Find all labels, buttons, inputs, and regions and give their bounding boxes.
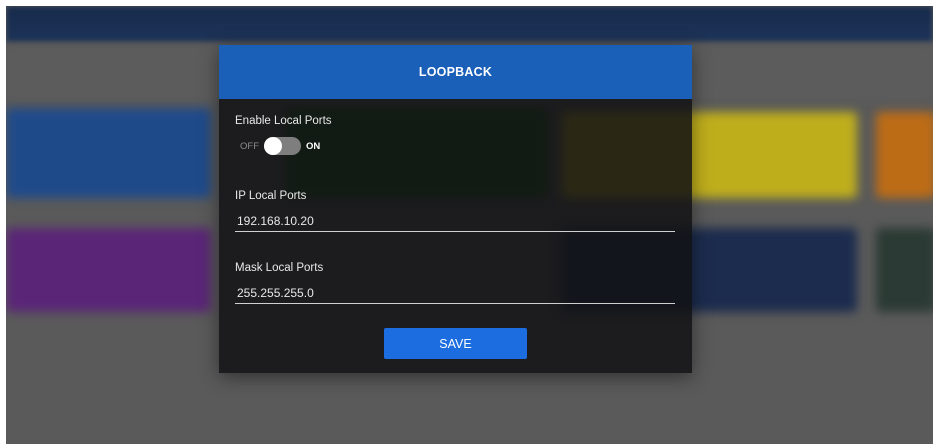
background-tile (876, 112, 933, 198)
toggle-on-label: ON (306, 140, 321, 152)
enable-local-ports-toggle[interactable] (264, 137, 301, 155)
mask-local-ports-label: Mask Local Ports (235, 262, 324, 274)
background-topbar (6, 6, 933, 42)
dialog-title: LOOPBACK (418, 65, 493, 79)
toggle-knob (264, 137, 282, 155)
enable-toggle-row: OFF ON (240, 136, 320, 156)
background-tile (6, 228, 211, 312)
loopback-dialog: LOOPBACK Enable Local Ports OFF ON IP Lo… (219, 45, 692, 373)
mask-local-ports-field-wrapper (235, 283, 677, 304)
ip-local-ports-input[interactable] (235, 211, 677, 231)
ip-local-ports-label: IP Local Ports (235, 190, 307, 202)
background-tile (6, 108, 211, 198)
background-tile (876, 228, 933, 312)
save-button[interactable]: SAVE (384, 328, 527, 359)
enable-local-ports-label: Enable Local Ports (235, 115, 332, 127)
ip-local-ports-field-wrapper (235, 211, 677, 232)
mask-local-ports-input[interactable] (235, 283, 677, 303)
dialog-header: LOOPBACK (219, 45, 692, 99)
toggle-off-label: OFF (240, 140, 259, 152)
